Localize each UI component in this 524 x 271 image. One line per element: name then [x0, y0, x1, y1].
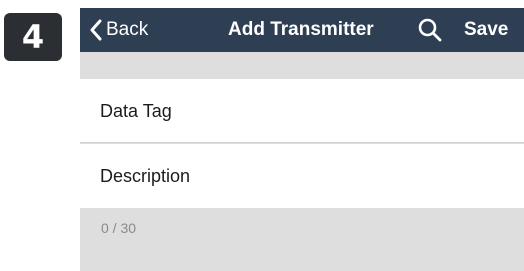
app-screen: Back Add Transmitter Save Data Tag Descr… — [80, 8, 524, 271]
back-button[interactable]: Back — [89, 8, 148, 52]
search-icon — [418, 18, 442, 42]
navigation-bar: Back Add Transmitter Save — [80, 8, 524, 52]
section-header-spacer — [80, 52, 524, 79]
chevron-left-icon — [90, 19, 102, 41]
character-counter: 0 / 30 — [101, 220, 137, 236]
description-row[interactable]: Description — [80, 144, 524, 208]
description-label: Description — [100, 166, 191, 186]
back-label: Back — [106, 19, 149, 40]
data-tag-row[interactable]: Data Tag — [80, 79, 524, 143]
data-tag-label: Data Tag — [100, 101, 172, 121]
save-button[interactable]: Save — [464, 8, 508, 52]
data-tag-input[interactable] — [220, 91, 514, 133]
search-button[interactable] — [417, 17, 443, 43]
step-number-badge: 4 — [4, 13, 62, 61]
page-title: Add Transmitter — [228, 19, 374, 40]
description-input[interactable] — [220, 156, 514, 198]
